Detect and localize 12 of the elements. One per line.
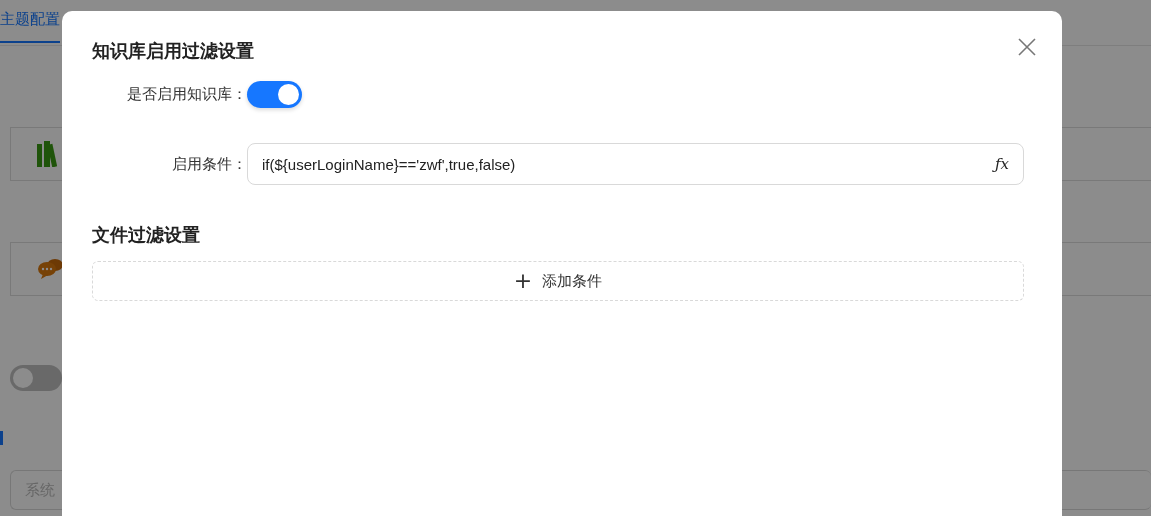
add-condition-button[interactable]: + 添加条件 <box>92 261 1024 301</box>
input-field[interactable]: if(${userLoginName}=='zwf',true,false) ƒx <box>247 143 1024 185</box>
field-label: 是否启用知识库： <box>126 84 247 104</box>
toggle-switch[interactable] <box>247 80 302 108</box>
toggle-switch[interactable] <box>10 365 62 391</box>
section-title: 文件过滤设置 <box>92 223 201 247</box>
plus-icon: + <box>513 270 533 292</box>
field-label: 启用条件： <box>171 154 247 174</box>
section-marker <box>0 431 3 445</box>
close-button[interactable] <box>1018 38 1036 56</box>
dialog-title: 知识库启用过滤设置 <box>92 39 255 63</box>
field-value: if(${userLoginName}=='zwf',true,false) <box>262 155 517 173</box>
